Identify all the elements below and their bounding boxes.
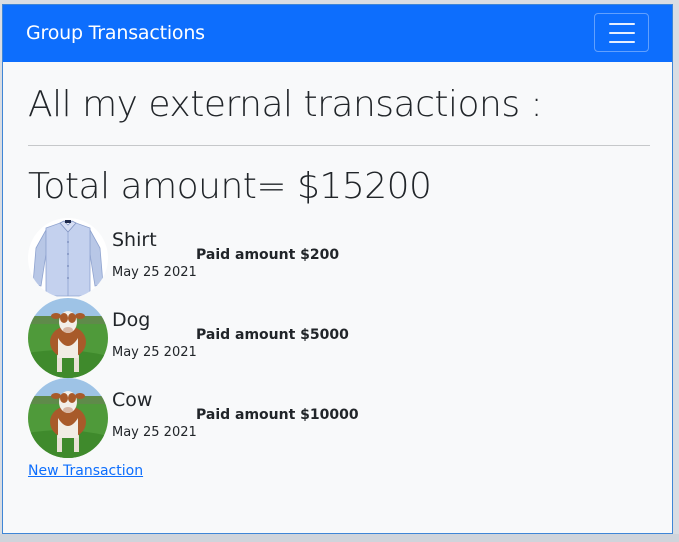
- cow-thumbnail: [28, 378, 108, 458]
- transaction-date: May 25 2021: [112, 425, 197, 440]
- new-transaction-link[interactable]: New Transaction: [28, 463, 143, 479]
- list-item: Dog May 25 2021 Paid amount $5000: [28, 298, 650, 378]
- transaction-name: Shirt: [112, 229, 157, 251]
- transaction-date: May 25 2021: [112, 265, 197, 280]
- divider: [28, 145, 650, 146]
- cow-thumbnail: [28, 298, 108, 378]
- transaction-date: May 25 2021: [112, 345, 197, 360]
- app-window: Group Transactions All my external trans…: [2, 4, 673, 534]
- transaction-amount: Paid amount $200: [196, 247, 340, 263]
- transaction-name: Dog: [112, 309, 151, 331]
- shirt-thumbnail: [28, 218, 108, 298]
- transaction-amount: Paid amount $5000: [196, 327, 349, 343]
- window-bottom-edge: [0, 534, 679, 542]
- total-amount: Total amount= $15200: [28, 166, 432, 207]
- navbar-toggle-button[interactable]: [594, 13, 649, 52]
- transaction-amount: Paid amount $10000: [196, 407, 359, 423]
- navbar: Group Transactions: [3, 5, 672, 62]
- transaction-name: Cow: [112, 389, 153, 411]
- navbar-brand[interactable]: Group Transactions: [26, 24, 205, 43]
- list-item: Shirt May 25 2021 Paid amount $200: [28, 218, 650, 298]
- main-content: All my external transactions : Total amo…: [28, 62, 650, 480]
- hamburger-menu-icon: [608, 22, 635, 43]
- page-title: All my external transactions :: [28, 84, 543, 125]
- list-item: Cow May 25 2021 Paid amount $10000: [28, 378, 650, 458]
- transaction-list: Shirt May 25 2021 Paid amount $200 Dog M…: [28, 218, 650, 458]
